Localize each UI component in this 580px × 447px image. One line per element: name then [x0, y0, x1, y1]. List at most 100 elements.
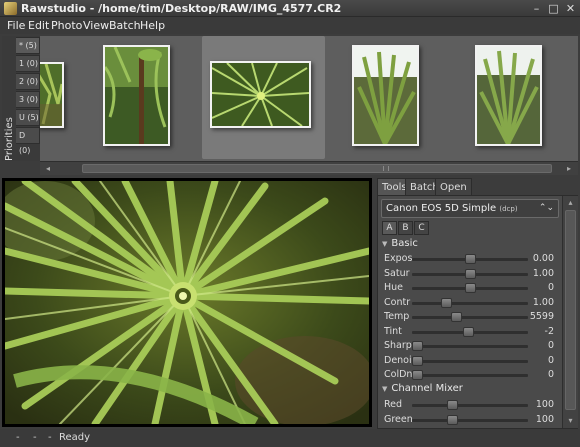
image-preview[interactable]: [2, 178, 372, 427]
section-channel-mixer[interactable]: ▼ Channel Mixer: [382, 382, 463, 396]
slider-label: Temp: [384, 311, 410, 322]
slider-value: 5599: [529, 311, 554, 322]
slider-label: Denoi: [384, 354, 412, 366]
window-title: Rawstudio - /home/tim/Desktop/RAW/IMG_45…: [21, 2, 342, 15]
slider-value: 100: [535, 399, 554, 410]
camera-profile-select[interactable]: Canon EOS 5D Simple (dcp) ⌃⌄: [381, 199, 559, 218]
slider-value: 0: [547, 282, 554, 293]
slider-track[interactable]: [412, 283, 528, 293]
slider-track[interactable]: [412, 297, 528, 308]
section-channel-mixer-label: Channel Mixer: [391, 383, 463, 394]
status-text: Ready: [59, 432, 91, 443]
slider-knob[interactable]: [441, 297, 452, 308]
priority-tab-3[interactable]: 3 (0): [16, 91, 40, 108]
slider-value: 0.00: [532, 253, 554, 264]
slider-track[interactable]: [412, 414, 528, 425]
slider-track[interactable]: [412, 355, 528, 366]
scroll-right-arrow-icon[interactable]: ▸: [563, 163, 575, 174]
slider-label: Satur: [384, 267, 410, 279]
priorities-panel: Priorities * (5) 1 (0) 2 (0) 3 (0) U (5)…: [2, 36, 40, 161]
menu-view[interactable]: View: [83, 18, 109, 33]
thumbnail[interactable]: [210, 61, 311, 128]
slider-label: Tint: [384, 325, 402, 337]
thumbnail-scrollbar[interactable]: ◂ ▸: [40, 161, 578, 175]
profile-name: Canon EOS 5D Simple: [386, 203, 497, 214]
snapshot-tab-a[interactable]: A: [382, 221, 397, 235]
slider-row-temp: Temp 5599: [378, 310, 562, 324]
slider-label: ColDn: [384, 369, 412, 380]
slider-label: Contr: [384, 296, 411, 308]
slider-track[interactable]: [412, 400, 528, 410]
scrollbar-thumb[interactable]: [82, 164, 552, 173]
priority-tab-deleted[interactable]: D (0): [16, 127, 40, 155]
slider-knob[interactable]: [447, 400, 458, 410]
thumbnail-image: [105, 47, 168, 144]
priority-tab-unprioritized[interactable]: U (5): [16, 109, 40, 126]
section-basic[interactable]: ▼ Basic: [382, 237, 418, 251]
slider-value: 0: [547, 340, 554, 351]
slider-value: 100: [535, 413, 554, 425]
priorities-label: Priorities: [4, 117, 15, 161]
slider-knob[interactable]: [451, 312, 462, 322]
slider-row-green: Green 100: [378, 413, 562, 427]
slider-label: Sharp: [384, 340, 412, 351]
menu-photo[interactable]: Photo: [51, 18, 82, 33]
slider-label: Expos: [384, 253, 412, 264]
slider-knob[interactable]: [465, 254, 476, 264]
slider-track[interactable]: [412, 326, 528, 337]
menu-help[interactable]: Help: [140, 18, 165, 33]
slider-track[interactable]: [412, 312, 528, 322]
thumbnail[interactable]: [40, 62, 64, 128]
scroll-left-arrow-icon[interactable]: ◂: [42, 163, 54, 174]
thumbnail-strip: [40, 36, 578, 161]
status-dash: -: [48, 432, 52, 443]
status-dash: -: [16, 432, 20, 443]
priority-tab-1[interactable]: 1 (0): [16, 55, 40, 72]
slider-track[interactable]: [412, 254, 528, 264]
tools-scrollbar[interactable]: ▴ ▾: [562, 196, 578, 428]
slider-knob[interactable]: [412, 341, 423, 351]
slider-track[interactable]: [412, 268, 528, 279]
slider-track[interactable]: [412, 341, 528, 351]
app-icon: [4, 2, 17, 15]
expander-down-icon: ▼: [382, 240, 388, 248]
thumbnail[interactable]: [103, 45, 170, 146]
menu-bar: File Edit Photo View Batch Help: [0, 17, 580, 34]
menu-edit[interactable]: Edit: [28, 18, 49, 33]
slider-label: Green: [384, 413, 412, 425]
slider-value: 0: [547, 369, 554, 380]
slider-knob[interactable]: [447, 414, 458, 425]
priority-tab-all[interactable]: * (5): [16, 37, 40, 54]
menu-file[interactable]: File: [7, 18, 25, 33]
title-bar: Rawstudio - /home/tim/Desktop/RAW/IMG_45…: [0, 0, 580, 17]
thumbnail-image: [40, 64, 62, 126]
thumbnail[interactable]: [475, 45, 542, 146]
scrollbar-thumb[interactable]: [565, 210, 576, 410]
close-button[interactable]: ✕: [564, 2, 577, 15]
slider-knob[interactable]: [412, 355, 423, 366]
minimize-button[interactable]: –: [530, 2, 543, 15]
scroll-up-arrow-icon[interactable]: ▴: [565, 197, 576, 208]
slider-knob[interactable]: [465, 268, 476, 279]
slider-knob[interactable]: [463, 326, 474, 337]
slider-knob[interactable]: [412, 370, 423, 380]
maximize-button[interactable]: □: [547, 2, 560, 15]
slider-label: Hue: [384, 282, 404, 293]
slider-row-coldn: ColDn 0: [378, 368, 562, 382]
tab-open[interactable]: Open: [435, 178, 472, 196]
scroll-down-arrow-icon[interactable]: ▾: [565, 415, 576, 426]
slider-row-contr: Contr 1.00: [378, 296, 562, 310]
priority-tab-2[interactable]: 2 (0): [16, 73, 40, 90]
slider-row-sharp: Sharp 0: [378, 339, 562, 353]
slider-row-red: Red 100: [378, 398, 562, 412]
menu-batch[interactable]: Batch: [109, 18, 141, 33]
snapshot-tab-b[interactable]: B: [398, 221, 413, 235]
thumbnail-image: [354, 47, 417, 144]
slider-track[interactable]: [412, 370, 528, 380]
slider-label: Red: [384, 399, 403, 410]
slider-row-hue: Hue 0: [378, 281, 562, 295]
slider-knob[interactable]: [465, 283, 476, 293]
thumbnail[interactable]: [352, 45, 419, 146]
thumbnail-image: [212, 63, 309, 126]
snapshot-tab-c[interactable]: C: [414, 221, 429, 235]
